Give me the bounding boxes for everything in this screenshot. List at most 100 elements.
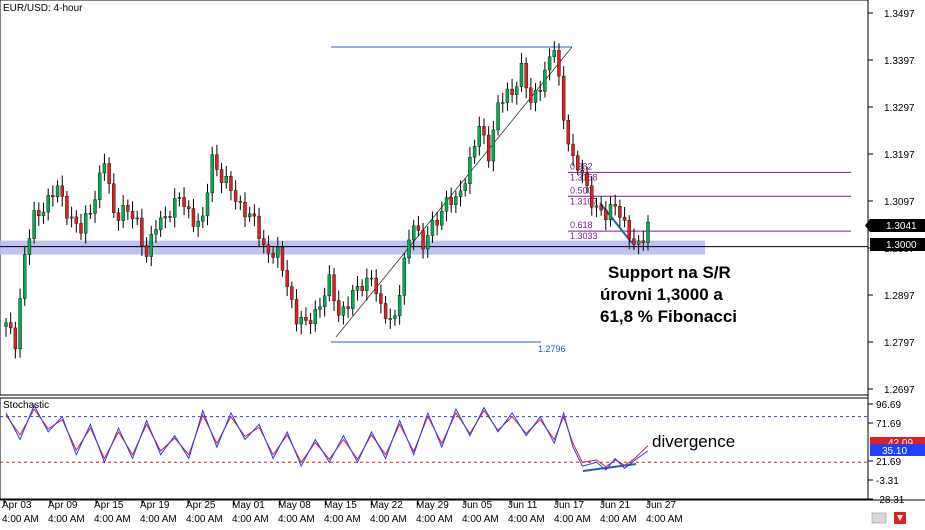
stochastic-axis-label: 21.69 — [876, 457, 901, 468]
time-axis-sublabel: 4:00 AM — [508, 514, 545, 525]
time-axis-sublabel: 4:00 AM — [416, 514, 453, 525]
candle-body — [519, 63, 524, 87]
time-axis-sublabel: 4:00 AM — [324, 514, 361, 525]
stochastic-axis-label: 71.69 — [876, 419, 901, 430]
candle-body — [486, 134, 491, 162]
candle-body — [594, 205, 599, 208]
candle-body — [561, 75, 566, 121]
price-axis-label: 1.2697 — [884, 385, 915, 396]
candle-body — [402, 257, 407, 296]
candle-body — [158, 217, 163, 230]
candle-body — [149, 233, 153, 257]
candle-body — [369, 277, 374, 280]
candle-body — [435, 219, 439, 226]
time-axis-sublabel: 4:00 AM — [646, 514, 683, 525]
candle-body — [383, 303, 388, 319]
candle-body — [65, 196, 69, 219]
candle-body — [393, 315, 397, 319]
time-axis-label: Apr 09 — [48, 500, 78, 511]
candle-body — [332, 274, 336, 301]
candle-body — [496, 102, 500, 131]
candle-body — [98, 172, 102, 200]
candle-body — [571, 143, 575, 156]
price-chart[interactable]: 0.3821.31580.5001.31070.6181.3033 1.3497… — [0, 0, 925, 525]
divergence-annotation: divergence — [652, 432, 735, 451]
candle-body — [32, 210, 36, 239]
candle-body — [351, 290, 355, 309]
candle-body — [219, 169, 224, 184]
candle-body — [543, 69, 547, 92]
candle-body — [407, 239, 411, 259]
candle-body — [636, 240, 641, 245]
stochastic-value-tags: 42.09 35.10 — [870, 437, 925, 457]
scroll-button[interactable] — [871, 512, 887, 524]
candle-body — [163, 216, 168, 219]
candle-body — [23, 254, 27, 299]
stochastic-title: Stochastic — [3, 400, 49, 411]
candle-body — [355, 285, 360, 291]
candle-body — [205, 192, 210, 217]
candle-body — [313, 309, 317, 325]
candle-body — [515, 86, 519, 95]
candle-body — [599, 205, 603, 211]
time-axis-label: May 15 — [324, 500, 357, 511]
candle-body — [613, 204, 617, 207]
time-axis-sublabel: 4:00 AM — [94, 514, 131, 525]
candle-body — [121, 205, 125, 221]
candle-body — [74, 216, 78, 224]
candle-body — [440, 211, 444, 226]
support-price-tag: 1.3000 — [870, 238, 925, 251]
time-axis-label: Jun 17 — [554, 500, 584, 511]
candle-body — [290, 286, 294, 300]
candle-body — [285, 270, 289, 287]
candle-body — [365, 277, 369, 291]
price-pane — [0, 0, 869, 396]
candle-body — [196, 220, 200, 227]
candle-body — [243, 202, 247, 218]
candle-body — [271, 253, 275, 258]
candle-body — [618, 206, 622, 218]
candle-body — [79, 223, 83, 234]
candle-body — [252, 213, 257, 217]
candle-body — [55, 185, 60, 198]
candle-body — [449, 197, 453, 205]
candle-body — [308, 320, 313, 325]
time-axis-label: Jun 27 — [646, 500, 676, 511]
candle-body — [337, 300, 341, 316]
candle-body — [318, 306, 322, 310]
candle-body — [88, 213, 93, 215]
stochastic-axis-label: 96.69 — [876, 400, 901, 411]
candle-body — [622, 216, 627, 221]
candle-body — [93, 199, 97, 214]
chart-window: 0.382 1.3158 0.500 1.3107 0.618 1.3033 1.3497… — [0, 0, 925, 525]
candle-body — [4, 322, 8, 327]
candle-body — [262, 238, 266, 245]
candle-body — [144, 245, 149, 257]
time-axis-sublabel: 4:00 AM — [140, 514, 177, 525]
support-zone — [0, 240, 705, 255]
candle-body — [604, 209, 608, 221]
candle-body — [397, 295, 402, 317]
candle-body — [416, 225, 421, 231]
candle-body — [538, 90, 542, 92]
candle-body — [430, 219, 435, 236]
candle-body — [505, 88, 510, 103]
price-axis-label: 1.2897 — [884, 291, 915, 302]
candle-body — [472, 146, 477, 158]
candle-body — [341, 306, 346, 316]
candle-body — [299, 317, 303, 325]
candle-body — [585, 173, 589, 186]
current-price-tag: 1.3041 — [865, 219, 925, 232]
time-axis-sublabel: 4:00 AM — [2, 514, 39, 525]
candle-body — [491, 129, 496, 162]
time-axis: Apr 03 4:00 AM Apr 09 4:00 AM Apr 15 4:00 AM A… — [2, 500, 683, 525]
candle-body — [51, 195, 55, 198]
candle-body — [229, 176, 233, 191]
candle-body — [444, 197, 449, 212]
fibonacci-ratio: 0.500 — [570, 185, 593, 195]
candle-body — [60, 185, 64, 197]
candle-body — [247, 213, 252, 218]
fibonacci-ratio: 0.618 — [570, 220, 593, 230]
price-axis-label: 1.3197 — [884, 150, 915, 161]
stochastic-axis-label: -28.31 — [876, 495, 905, 506]
